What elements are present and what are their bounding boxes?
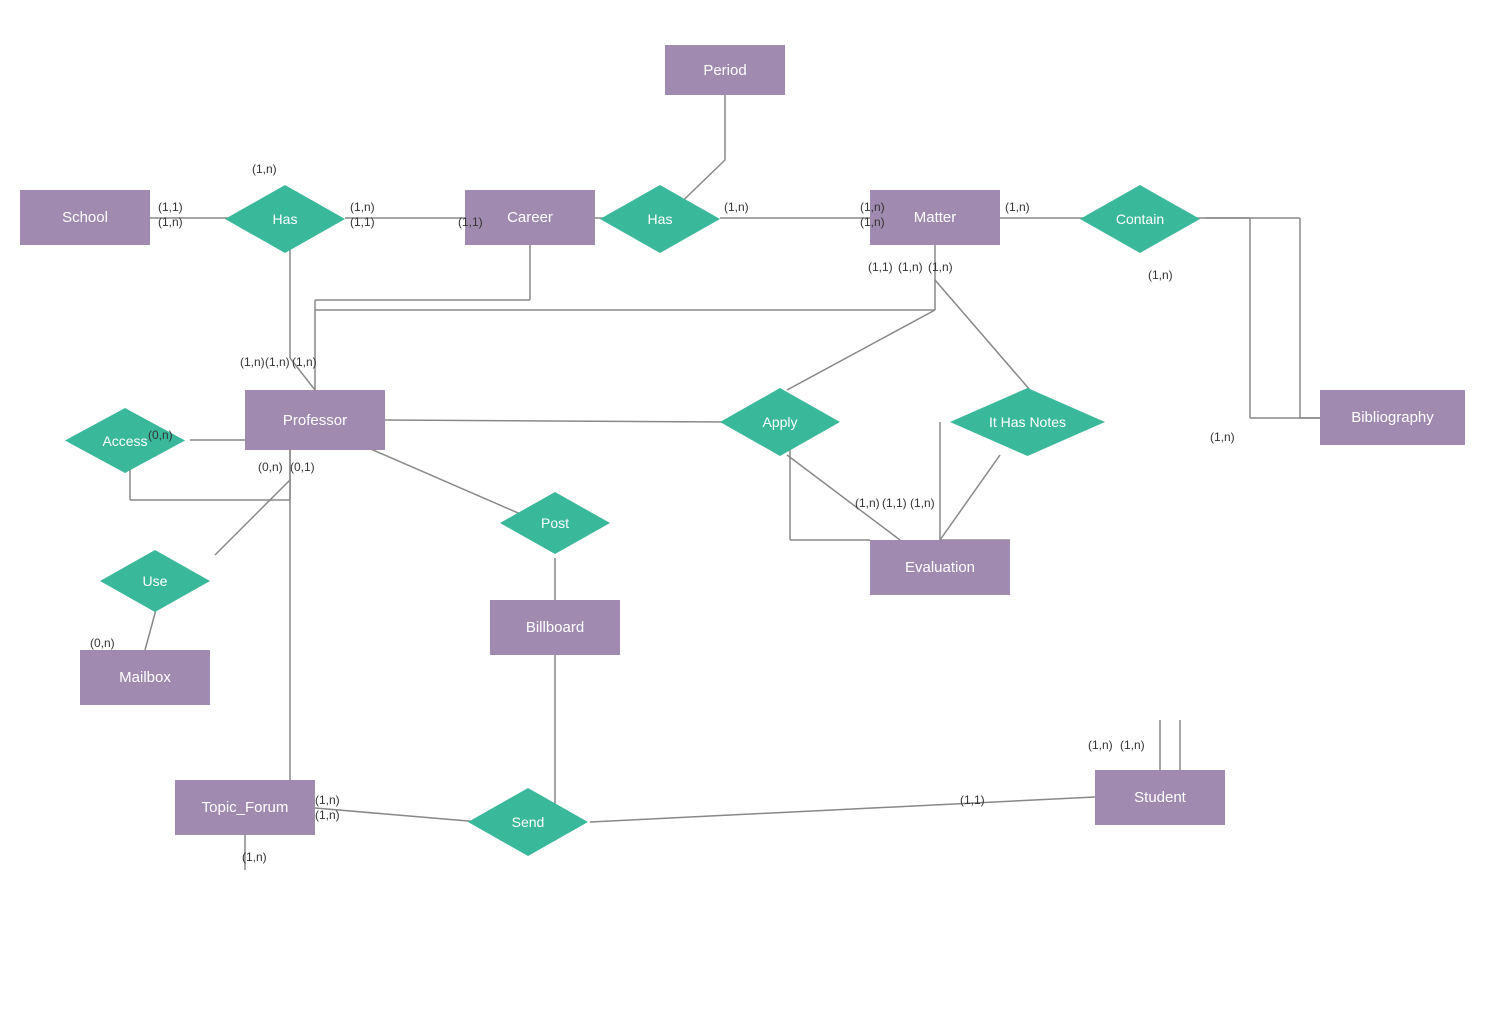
entity-mailbox: Mailbox <box>80 650 210 705</box>
card-matter-has2-1: (1,n) <box>860 200 885 214</box>
card-has1-top: (1,n) <box>252 162 277 176</box>
entity-period: Period <box>665 45 785 95</box>
relation-apply: Apply <box>720 388 840 456</box>
card-has1-prof-2: (1,n) <box>265 355 290 369</box>
card-has2-matter-1: (1,n) <box>724 200 749 214</box>
relation-use: Use <box>100 550 210 612</box>
card-matter-contain: (1,n) <box>1005 200 1030 214</box>
card-prof-access-2: (0,1) <box>290 460 315 474</box>
card-has1-prof-1: (1,n) <box>240 355 265 369</box>
entity-bibliography: Bibliography <box>1320 390 1465 445</box>
card-mailbox: (0,n) <box>90 636 115 650</box>
card-student-1: (1,n) <box>1088 738 1113 752</box>
entity-matter: Matter <box>870 190 1000 245</box>
connection-lines <box>0 0 1500 1029</box>
relation-has1: Has <box>225 185 345 253</box>
card-topic-bot: (1,n) <box>242 850 267 864</box>
card-send-student: (1,1) <box>960 793 985 807</box>
card-has1-career-1: (1,n) <box>350 200 375 214</box>
card-eval-3: (1,n) <box>910 496 935 510</box>
relation-has2: Has <box>600 185 720 253</box>
card-access-prof: (0,n) <box>148 428 173 442</box>
card-career-has2: (1,1) <box>458 215 483 229</box>
card-has1-career-2: (1,1) <box>350 215 375 229</box>
card-matter-bot-1: (1,1) <box>868 260 893 274</box>
relation-send: Send <box>468 788 588 856</box>
card-prof-access-1: (0,n) <box>258 460 283 474</box>
entity-student: Student <box>1095 770 1225 825</box>
card-eval-1: (1,n) <box>855 496 880 510</box>
card-eval-2: (1,1) <box>882 496 907 510</box>
entity-school: School <box>20 190 150 245</box>
relation-contain: Contain <box>1080 185 1200 253</box>
card-matter-bot-2: (1,n) <box>898 260 923 274</box>
card-topic-send-2: (1,n) <box>315 808 340 822</box>
card-student-2: (1,n) <box>1120 738 1145 752</box>
entity-topic-forum: Topic_Forum <box>175 780 315 835</box>
card-has1-prof-3: (1,n) <box>292 355 317 369</box>
entity-evaluation: Evaluation <box>870 540 1010 595</box>
relation-it-has-notes: It Has Notes <box>950 388 1105 456</box>
card-bib-right: (1,n) <box>1210 430 1235 444</box>
entity-professor: Professor <box>245 390 385 450</box>
card-matter-has2-2: (1,n) <box>860 215 885 229</box>
entity-career: Career <box>465 190 595 245</box>
card-school-has1-1: (1,1) <box>158 200 183 214</box>
entity-billboard: Billboard <box>490 600 620 655</box>
card-school-has1-2: (1,n) <box>158 215 183 229</box>
card-topic-send-1: (1,n) <box>315 793 340 807</box>
card-contain-bib: (1,n) <box>1148 268 1173 282</box>
card-matter-bot-3: (1,n) <box>928 260 953 274</box>
relation-post: Post <box>500 492 610 554</box>
er-diagram: School Career Matter Professor Evaluatio… <box>0 0 1500 1029</box>
